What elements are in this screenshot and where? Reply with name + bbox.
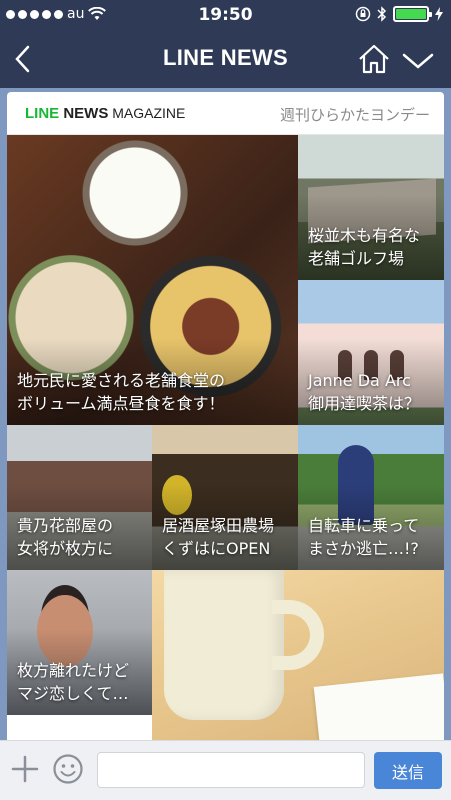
issue-title: 週刊ひらかたヨンデー: [279, 106, 430, 124]
chevron-down-icon[interactable]: [401, 47, 435, 73]
plus-icon[interactable]: [10, 754, 40, 784]
article-tile-izakaya[interactable]: 居酒屋塚田農場 くずはにOPEN: [152, 425, 298, 570]
status-icons: [355, 6, 443, 22]
battery-level: [396, 9, 426, 19]
article-tile-cafe[interactable]: Janne Da Arc 御用達喫茶は？: [298, 280, 444, 425]
article-caption: 地元民に愛される老舗食堂の ボリューム満点昼食を食す！: [7, 339, 298, 425]
tea-bag-image: [313, 673, 444, 746]
article-caption: 桜並木も有名な 老舗ゴルフ場: [298, 194, 444, 280]
rotation-lock-icon: [355, 6, 371, 22]
article-tile-sumo[interactable]: 貴乃花部屋の 女将が枚方に: [7, 425, 152, 570]
battery-icon: [393, 6, 432, 22]
article-caption: 貴乃花部屋の 女将が枚方に: [7, 484, 152, 570]
article-tile-bicycle[interactable]: 自転車に乗って まさか逃亡…!?: [298, 425, 444, 570]
article-caption: Janne Da Arc 御用達喫茶は？: [298, 339, 444, 425]
article-tile-mug[interactable]: [152, 570, 444, 746]
home-icon[interactable]: [357, 43, 391, 75]
magazine-header: LINE NEWS MAGAZINE 週刊ひらかたヨンデー: [7, 92, 444, 135]
article-caption: 枚方離れたけど マジ恋しくて…: [7, 629, 152, 715]
message-composer: 送信: [0, 740, 451, 800]
message-input[interactable]: [97, 752, 365, 788]
article-tile-lunch[interactable]: 地元民に愛される老舗食堂の ボリューム満点昼食を食す！: [7, 135, 298, 425]
charging-icon: [435, 7, 443, 21]
article-caption: 居酒屋塚田農場 くずはにOPEN: [152, 484, 298, 570]
article-tile-golf[interactable]: 桜並木も有名な 老舗ゴルフ場: [298, 135, 444, 280]
status-bar: au 19:50: [0, 0, 451, 30]
bluetooth-icon: [377, 6, 387, 22]
nav-bar: LINE NEWS: [0, 30, 451, 88]
magazine-card: LINE NEWS MAGAZINE 週刊ひらかたヨンデー 地元民に愛される老舗…: [7, 92, 444, 746]
article-caption: 自転車に乗って まさか逃亡…!?: [298, 484, 444, 570]
mug-handle-image: [272, 600, 324, 670]
article-tile-homesick[interactable]: 枚方離れたけど マジ恋しくて…: [7, 570, 152, 715]
emoji-icon[interactable]: [52, 753, 84, 785]
magazine-brand-logo: LINE NEWS MAGAZINE: [25, 105, 186, 122]
send-button[interactable]: 送信: [374, 752, 442, 789]
mug-image: [164, 570, 284, 720]
